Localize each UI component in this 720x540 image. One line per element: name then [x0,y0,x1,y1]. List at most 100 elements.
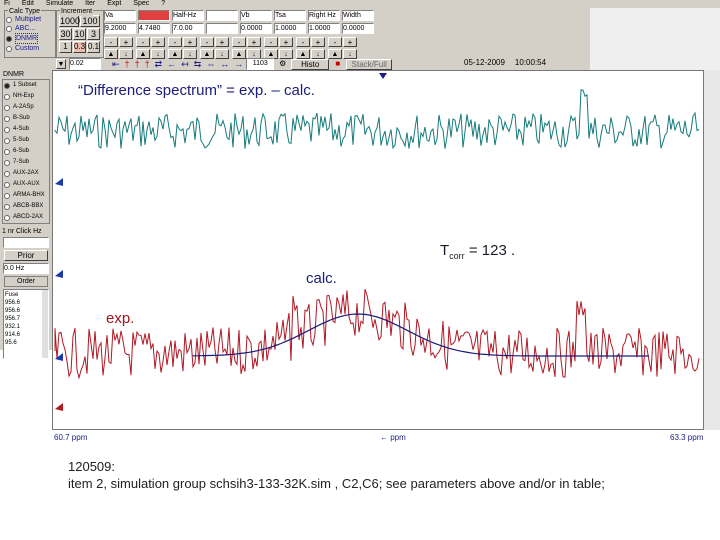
increment-button[interactable]: + [279,37,293,47]
param-value-vb[interactable]: 0.0000 [240,23,272,34]
dnmr-item-label: ARMA-BHX [13,192,45,198]
menu-help[interactable]: ? [161,0,165,8]
order-list-item[interactable]: 95.6 [5,339,47,347]
dnmr-item[interactable]: 1 Subset [3,80,49,91]
stack-full-button[interactable]: Stack/Full [346,58,393,70]
date-label: 05-12-2009 [464,58,505,67]
increment-100-button[interactable]: 100 [80,15,100,27]
axis-marker-icon[interactable] [55,270,63,278]
decrement-button[interactable]: - [296,37,310,47]
increment-30-button[interactable]: 30 [59,28,72,40]
param-labels: Va Half-Hz Vb Tsa Right Hz Width [104,10,378,21]
nav-arrow-icon[interactable]: ← [167,59,176,70]
nav-arrow-icon[interactable]: ↔ [220,59,229,70]
spectrum-plot[interactable] [53,71,703,429]
dnmr-item[interactable]: ABCD-2AX [3,212,49,223]
param-value-tsa[interactable]: 1.0000 [274,23,306,34]
dnmr-list: 1 Subset NH-Exp A-2ASp B-Sub 4-Sub 5-Sub 6-Sub… [2,79,50,224]
increment-0.1-button[interactable]: 0.1 [87,41,100,53]
nav-arrow-icon[interactable]: ↤ [181,59,189,70]
points-field[interactable]: 1103 [246,58,275,70]
increment-row-2: 30 10 3 [59,28,103,40]
nav-arrow-icon[interactable]: ⇆ [194,59,202,70]
increment-1-button[interactable]: 1 [59,41,72,53]
decrement-button[interactable]: - [168,37,182,47]
param-value-4[interactable] [206,23,238,34]
nav-arrow-icon[interactable]: † [125,59,130,70]
order-list-scrollbar[interactable] [42,290,48,358]
dnmr-item[interactable]: AUX-2AX [3,168,49,179]
decrement-button[interactable]: - [328,37,342,47]
decrement-button[interactable]: - [264,37,278,47]
axis-marker-icon[interactable] [55,403,63,411]
prior-button[interactable]: Prior [4,250,48,261]
dnmr-item[interactable]: A-2ASp [3,102,49,113]
order-list-item[interactable]: 956.6 [5,299,47,307]
dnmr-item[interactable]: 5-Sub [3,135,49,146]
radio-icon [6,16,12,23]
decrement-button[interactable]: - [136,37,150,47]
dnmr-item[interactable]: AUX-AUX [3,179,49,190]
gear-icon[interactable]: ⚙ [277,59,288,69]
param-value-2[interactable]: 4.7480 [138,23,170,34]
dnmr-item-label: NH-Exp [13,93,35,99]
value-decrement-button[interactable]: ▼ [56,59,66,69]
caption: 120509: item 2, simulation group schsih3… [68,458,708,492]
histo-button[interactable]: Histo [291,58,330,70]
tcorr-label: Tcorr = 123 . [440,242,515,261]
param-value-right-hz[interactable]: 1.0000 [308,23,340,34]
nav-arrow-icon[interactable]: ⇔ [206,59,215,70]
menu-spec[interactable]: Spec [133,0,149,8]
increment-button[interactable]: + [247,37,261,47]
dnmr-item[interactable]: ABCB-BBX [3,201,49,212]
cursor-marker-icon[interactable] [379,73,387,79]
decrement-button[interactable]: - [232,37,246,47]
dnmr-item[interactable]: ARMA-BHX [3,190,49,201]
increment-button[interactable]: + [343,37,357,47]
order-list-item[interactable]: Fuse [5,291,47,299]
click-hz-field[interactable] [3,237,49,248]
axis-marker-icon[interactable] [55,178,63,186]
order-list-item[interactable]: 956.7 [5,315,47,323]
increment-3-button[interactable]: 3 [87,28,100,40]
dnmr-item[interactable]: 4-Sub [3,124,49,135]
param-value-va[interactable]: 9.2000 [104,23,136,34]
increment-10-button[interactable]: 10 [73,28,86,40]
increment-1000-button[interactable]: 1000 [59,15,80,27]
stop-icon[interactable]: ■ [332,59,343,69]
nav-arrow-icon[interactable]: † [135,59,140,70]
increment-0.3-button[interactable]: 0.3 [73,41,86,53]
nav-arrow-icon[interactable]: ⇤ [112,59,120,70]
decrement-button[interactable]: - [200,37,214,47]
calc-type-abc[interactable]: ABC... [5,24,55,33]
order-list-item[interactable]: 932.1 [5,323,47,331]
increment-button[interactable]: + [311,37,325,47]
dnmr-item[interactable]: 6-Sub [3,146,49,157]
increment-button[interactable]: + [183,37,197,47]
increment-button[interactable]: + [151,37,165,47]
dnmr-sidebar: DNMR 1 Subset NH-Exp A-2ASp B-Sub 4-Sub 5-Sub… [0,70,52,359]
order-list-item[interactable]: 956.6 [5,307,47,315]
nav-arrow-icon[interactable]: ⇄ [155,59,163,70]
menu-expt[interactable]: Expt [107,0,121,8]
hz-value-field[interactable]: 0.0 Hz [3,263,49,274]
calc-type-dnmr[interactable]: DNMR [5,33,55,44]
calc-type-multiplet[interactable]: Multiplet [5,15,55,24]
dnmr-item[interactable]: NH-Exp [3,91,49,102]
dnmr-item[interactable]: 7-Sub [3,157,49,168]
order-list-item[interactable]: 914.6 [5,331,47,339]
increment-button[interactable]: + [119,37,133,47]
order-list[interactable]: Fuse 956.6 956.6 956.7 932.1 914.6 95.6 [3,289,49,359]
value-field[interactable]: 0.02 [69,58,101,70]
decrement-button[interactable]: - [104,37,118,47]
calc-type-custom[interactable]: Custom [5,44,55,53]
dnmr-item[interactable]: B-Sub [3,113,49,124]
datetime: 05-12-2009 10:00:54 [464,58,590,68]
nav-arrow-icon[interactable]: † [145,59,150,70]
param-stepper: - + [104,37,134,47]
param-value-half-hz[interactable]: 7.0.00 [172,23,204,34]
param-value-width[interactable]: 0.0000 [342,23,374,34]
nav-arrow-icon[interactable]: → [234,59,243,70]
dnmr-item-label: A-2ASp [13,104,34,110]
increment-button[interactable]: + [215,37,229,47]
